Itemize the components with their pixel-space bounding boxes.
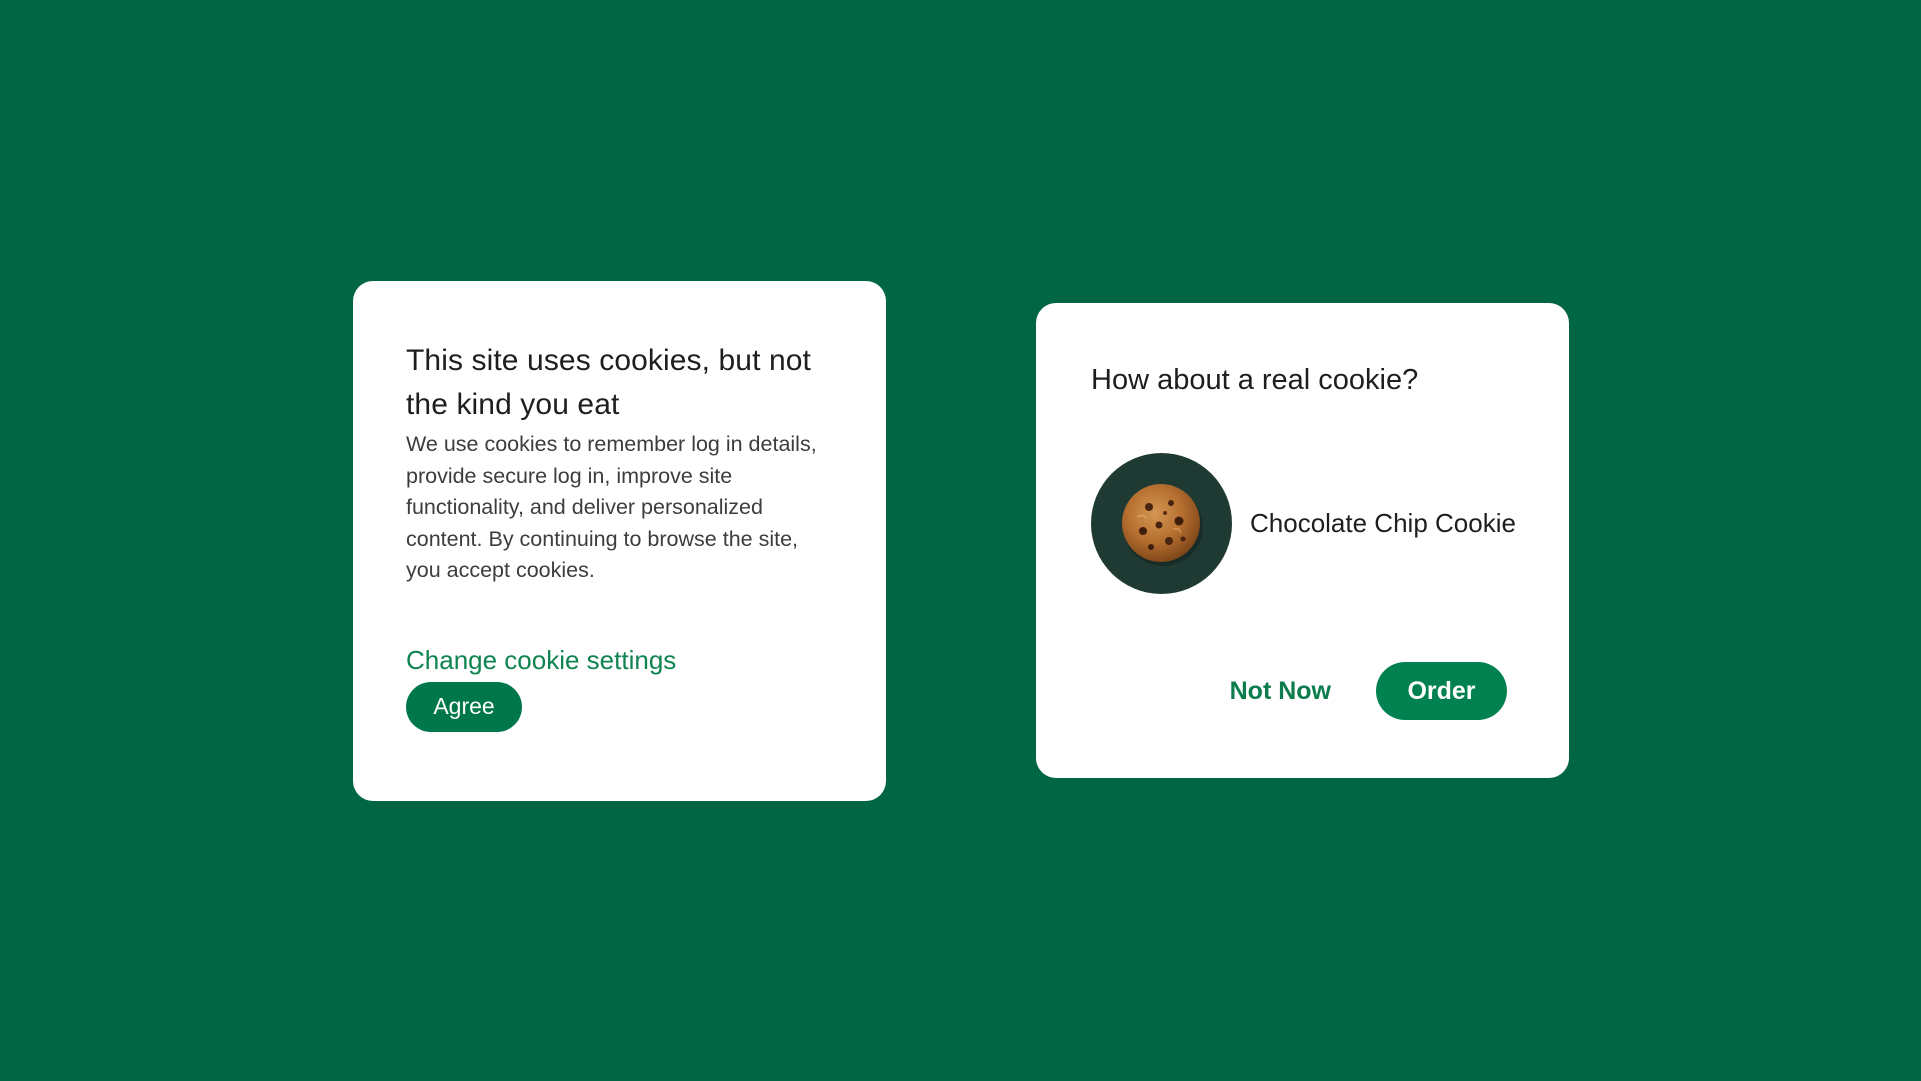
dialog-actions: Not Now Order: [1230, 662, 1507, 720]
change-cookie-settings-link[interactable]: Change cookie settings: [406, 644, 676, 676]
order-title: How about a real cookie?: [1091, 364, 1419, 396]
product-thumbnail: [1091, 453, 1232, 594]
agree-button[interactable]: Agree: [406, 681, 522, 732]
real-cookie-dialog: How about a real cookie? Chocolate Chip …: [1036, 303, 1569, 778]
order-button[interactable]: Order: [1376, 662, 1507, 720]
cookie-consent-dialog: This site uses cookies, but not the kind…: [353, 281, 886, 801]
consent-description: We use cookies to remember log in detail…: [406, 432, 817, 583]
product-name: Chocolate Chip Cookie: [1250, 508, 1516, 538]
cookie-image: [1121, 483, 1203, 566]
not-now-button[interactable]: Not Now: [1230, 677, 1331, 706]
product-row: Chocolate Chip Cookie: [1091, 453, 1569, 594]
consent-title: This site uses cookies, but not the kind…: [406, 344, 811, 421]
